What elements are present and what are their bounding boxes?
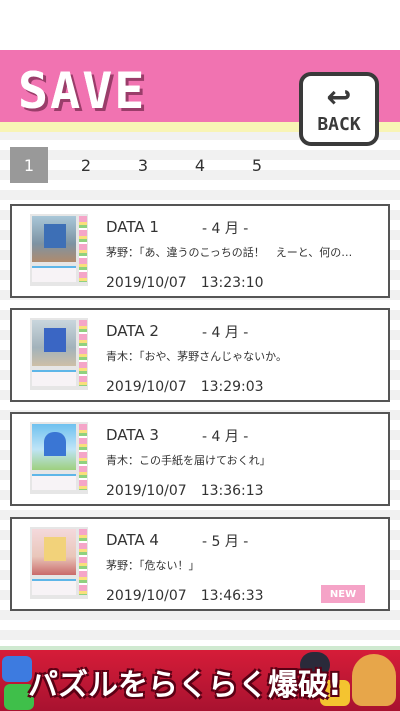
page-tab-2[interactable]: 2 — [67, 147, 105, 183]
slot-name: DATA 3 — [106, 426, 159, 444]
slot-dialogue: 茅野：「あ、違うのこっちの話！ えーと、何の… — [106, 246, 353, 259]
slot-timestamp: 2019/10/07 13:23:10 — [106, 275, 264, 291]
save-thumbnail — [30, 527, 88, 599]
save-slot-1[interactable]: DATA 1 - 4 月 - 茅野：「あ、違うのこっちの話！ えーと、何の… 2… — [10, 204, 390, 298]
ad-banner[interactable]: パズルをらくらく爆破! — [0, 646, 400, 711]
slot-timestamp: 2019/10/07 13:36:13 — [106, 483, 264, 499]
dog-mascot-icon — [352, 654, 396, 706]
slot-timestamp: 2019/10/07 13:46:33 — [106, 588, 264, 604]
slot-name: DATA 4 — [106, 531, 159, 549]
slot-dialogue: 青木：この手紙を届けておくれ」 — [106, 454, 271, 467]
slot-name: DATA 2 — [106, 322, 159, 340]
screen-title: SAVE — [18, 62, 147, 120]
save-thumbnail — [30, 318, 88, 390]
slot-month: - 5 月 - — [202, 534, 249, 550]
save-slot-2[interactable]: DATA 2 - 4 月 - 青木：「おや、茅野さんじゃないか。 2019/10… — [10, 308, 390, 402]
slot-timestamp: 2019/10/07 13:29:03 — [106, 379, 264, 395]
ad-text: パズルをらくらく爆破! — [28, 668, 342, 703]
slot-dialogue: 青木：「おや、茅野さんじゃないか。 — [106, 350, 287, 363]
back-button[interactable]: ↩ BACK — [299, 72, 379, 146]
page-tab-5[interactable]: 5 — [238, 147, 276, 183]
slot-month: - 4 月 - — [202, 221, 249, 237]
new-badge: NEW — [321, 585, 365, 603]
slot-month: - 4 月 - — [202, 325, 249, 341]
back-label: BACK — [317, 113, 361, 135]
page-tab-1[interactable]: 1 — [10, 147, 48, 183]
return-arrow-icon: ↩ — [326, 79, 352, 115]
top-bar — [0, 0, 400, 50]
page-tab-4[interactable]: 4 — [181, 147, 219, 183]
slot-month: - 4 月 - — [202, 429, 249, 445]
page-tab-3[interactable]: 3 — [124, 147, 162, 183]
save-thumbnail — [30, 214, 88, 286]
save-slot-4[interactable]: DATA 4 - 5 月 - 茅野：「危ない！」 2019/10/07 13:4… — [10, 517, 390, 611]
ad-border — [0, 646, 400, 650]
save-slot-3[interactable]: DATA 3 - 4 月 - 青木：この手紙を届けておくれ」 2019/10/0… — [10, 412, 390, 506]
save-thumbnail — [30, 422, 88, 494]
page-tabs: 1 2 3 4 5 — [10, 147, 295, 183]
slot-name: DATA 1 — [106, 218, 159, 236]
slot-dialogue: 茅野：「危ない！」 — [106, 559, 200, 572]
